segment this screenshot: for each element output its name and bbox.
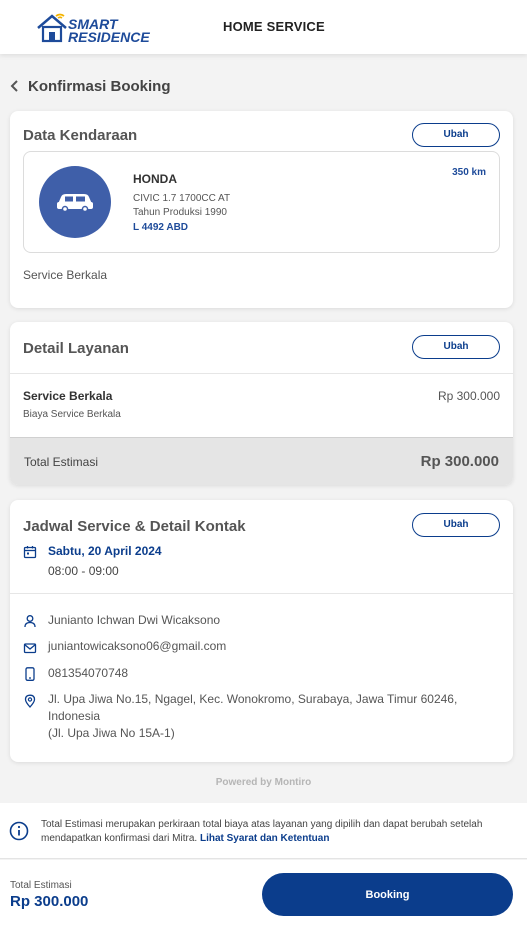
terms-link[interactable]: Lihat Syarat dan Ketentuan <box>200 833 329 844</box>
vehicle-year: Tahun Produksi 1990 <box>133 207 227 218</box>
total-estimate-value: Rp 300.000 <box>420 453 499 470</box>
booking-button[interactable]: Booking <box>262 873 513 916</box>
contact-phone: 081354070748 <box>48 666 129 680</box>
logo-text: SMART RESIDENCE <box>68 17 150 45</box>
vehicle-avatar <box>39 166 111 238</box>
contact-address: Jl. Upa Jiwa No.15, Ngagel, Kec. Wonokro… <box>48 691 488 742</box>
address-line-3: (Jl. Upa Jiwa No 15A-1) <box>48 726 175 740</box>
total-estimate-label: Total Estimasi <box>24 455 99 469</box>
location-pin-icon <box>24 694 36 708</box>
info-notice: Total Estimasi merupakan perkiraan total… <box>0 803 527 859</box>
schedule-time: 08:00 - 09:00 <box>48 564 119 578</box>
mail-icon <box>23 643 37 654</box>
service-card-title: Detail Layanan <box>23 340 129 357</box>
info-text: Total Estimasi merupakan perkiraan total… <box>41 818 511 846</box>
vehicle-model: CIVIC 1.7 1700CC AT <box>133 193 231 204</box>
smart-residence-logo[interactable]: SMART RESIDENCE <box>36 10 150 46</box>
back-button[interactable] <box>10 78 22 94</box>
service-type-label: Service Berkala <box>23 268 108 282</box>
phone-icon <box>25 667 35 681</box>
car-icon <box>57 194 93 213</box>
service-item-price: Rp 300.000 <box>437 389 500 403</box>
user-icon <box>24 615 36 628</box>
calendar-icon <box>23 546 37 559</box>
contact-name: Junianto Ichwan Dwi Wicaksono <box>48 613 221 627</box>
page-title: Konfirmasi Booking <box>28 78 171 95</box>
divider <box>10 373 513 374</box>
contact-email: juniantowicaksono06@gmail.com <box>48 639 227 653</box>
edit-vehicle-button[interactable]: Ubah <box>412 123 500 147</box>
vehicle-card-title: Data Kendaraan <box>23 127 138 144</box>
vehicle-brand: HONDA <box>133 172 177 186</box>
edit-schedule-button[interactable]: Ubah <box>412 513 500 537</box>
logo-text-line2: RESIDENCE <box>68 29 150 45</box>
edit-service-button[interactable]: Ubah <box>412 335 500 359</box>
vehicle-card: Data Kendaraan Ubah HONDA CIVIC 1.7 1700… <box>10 111 513 308</box>
info-icon <box>9 821 29 841</box>
vehicle-mileage: 350 km <box>452 167 486 178</box>
chevron-left-icon <box>10 80 18 92</box>
total-estimate-bar: Total Estimasi Rp 300.000 <box>10 437 513 485</box>
address-line-2: Indonesia <box>48 709 101 723</box>
bottom-action-bar: Total Estimasi Rp 300.000 Booking <box>0 860 527 926</box>
footer-total-value: Rp 300.000 <box>10 893 89 910</box>
service-item-name: Service Berkala <box>23 389 113 403</box>
schedule-contact-card: Jadwal Service & Detail Kontak Ubah Sabt… <box>10 500 513 762</box>
header-title: HOME SERVICE <box>223 19 325 34</box>
house-logo-icon <box>37 13 67 43</box>
service-detail-card: Detail Layanan Ubah Service Berkala Biay… <box>10 322 513 485</box>
footer-total-label: Total Estimasi <box>10 880 72 891</box>
service-item-desc: Biaya Service Berkala <box>23 409 121 420</box>
schedule-card-title: Jadwal Service & Detail Kontak <box>23 518 246 535</box>
powered-by-label: Powered by Montiro <box>215 777 312 788</box>
address-line-1: Jl. Upa Jiwa No.15, Ngagel, Kec. Wonokro… <box>48 692 458 706</box>
vehicle-plate: L 4492 ABD <box>133 222 189 233</box>
vehicle-info-box: HONDA CIVIC 1.7 1700CC AT Tahun Produksi… <box>23 151 500 253</box>
schedule-date: Sabtu, 20 April 2024 <box>48 544 162 558</box>
top-header: SMART RESIDENCE HOME SERVICE <box>0 0 527 54</box>
divider <box>10 593 513 594</box>
